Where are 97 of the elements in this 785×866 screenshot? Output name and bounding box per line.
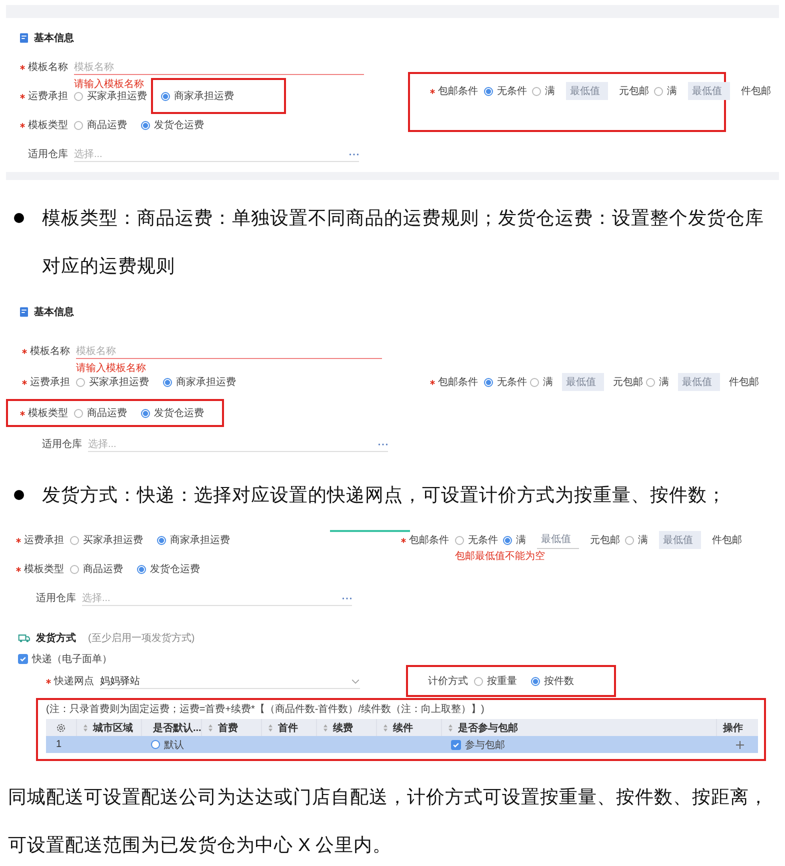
- input-field[interactable]: 最低值: [566, 82, 608, 100]
- sort-icon[interactable]: [268, 724, 273, 732]
- paragraph: 同城配送可设置配送公司为达达或门店自配送，计价方式可设置按重量、按件数、按距离，可设置配送范围为已发货仓为中心 X 公里内。: [8, 785, 769, 857]
- section-title: 基本信息: [34, 306, 74, 319]
- input-field[interactable]: 最低值: [562, 373, 604, 391]
- unit-label: 件包邮: [729, 376, 759, 389]
- field-label: 包邮条件: [409, 534, 449, 547]
- input-field[interactable]: 模板名称: [76, 344, 382, 359]
- radio-option[interactable]: 满: [654, 84, 677, 98]
- field-label: 计价方式: [428, 674, 468, 688]
- input-field[interactable]: 最低值: [678, 373, 720, 391]
- column-label: 是否参与包邮: [458, 722, 518, 734]
- radio-option[interactable]: 无条件: [484, 84, 527, 98]
- column-label: 续费: [333, 722, 353, 734]
- field-label: 包邮条件: [438, 84, 478, 98]
- radio-option[interactable]: 无条件: [484, 375, 527, 389]
- radio-option[interactable]: 买家承担运费: [76, 375, 149, 389]
- add-icon[interactable]: [736, 740, 744, 748]
- radio-option[interactable]: 满: [503, 533, 526, 547]
- column-label: 首费: [218, 722, 238, 734]
- bullet-icon: [14, 490, 24, 500]
- bullet-text: 模板类型：商品运费：单独设置不同商品的运费规则；发货仓运费：设置整个发货仓库对应的运费规则: [42, 206, 765, 278]
- radio-option[interactable]: 发货仓运费: [141, 406, 204, 420]
- field-label: 包邮条件: [438, 376, 478, 389]
- radio-option[interactable]: 按件数: [531, 674, 574, 688]
- field-label: 适用仓库: [28, 148, 68, 161]
- radio-option[interactable]: 按重量: [474, 674, 517, 688]
- sort-icon[interactable]: [323, 724, 328, 732]
- bullet-text: 发货方式：快递：选择对应设置的快递网点，可设置计价方式为按重量、按件数；: [42, 483, 726, 507]
- radio-option[interactable]: 发货仓运费: [141, 118, 204, 132]
- field-label: 模板类型: [24, 562, 64, 576]
- unit-label: 元包邮: [613, 376, 643, 389]
- sort-icon[interactable]: [383, 724, 388, 732]
- sort-icon[interactable]: [83, 724, 88, 732]
- radio-option[interactable]: 商家承担运费: [163, 375, 236, 389]
- ellipsis-icon[interactable]: [342, 596, 352, 600]
- column-label: 续件: [393, 722, 413, 734]
- check-icon: [452, 740, 460, 748]
- radio-option[interactable]: 买家承担运费: [74, 89, 147, 103]
- radio-option[interactable]: 满: [532, 84, 555, 98]
- radio-option[interactable]: 买家承担运费: [70, 533, 143, 547]
- input-field[interactable]: 最低值: [537, 531, 579, 549]
- field-label: 模板类型: [28, 118, 68, 132]
- section-note: (至少启用一项发货方式): [88, 632, 195, 645]
- unit-label: 件包邮: [741, 84, 771, 98]
- form-icon: [20, 33, 28, 43]
- radio-option[interactable]: 商品运费: [70, 562, 123, 576]
- radio-option[interactable]: 发货仓运费: [137, 562, 200, 576]
- radio-option[interactable]: 商家承担运费: [151, 78, 286, 114]
- formula-note: (注：只录首费则为固定运费；运费=首费+续费*【（商品件数-首件数）/续件数（注：向上取整）】): [46, 702, 486, 716]
- settings-icon[interactable]: [56, 722, 66, 732]
- radio-option[interactable]: 满: [646, 375, 669, 389]
- radio-option[interactable]: 商品运费: [74, 118, 127, 132]
- table-row[interactable]: 1 默认 参与包邮: [46, 736, 758, 753]
- field-label: 运费承担: [28, 90, 68, 103]
- column-label: 城市区域: [93, 721, 133, 734]
- checkbox-option[interactable]: 参与包邮: [451, 738, 505, 752]
- checkbox-option[interactable]: 快递（电子面单）: [18, 652, 112, 666]
- row-number: 1: [56, 739, 62, 750]
- sort-icon[interactable]: [448, 724, 453, 732]
- error-message: 请输入模板名称: [76, 362, 147, 375]
- ellipsis-icon[interactable]: [349, 152, 359, 156]
- column-label: 操作: [723, 722, 743, 734]
- section-title: 基本信息: [34, 32, 74, 45]
- field-label: 运费承担: [30, 376, 70, 389]
- bullet-icon: [14, 213, 24, 223]
- column-label: 是否默认...: [153, 722, 202, 734]
- sort-icon[interactable]: [208, 724, 213, 732]
- section-title: 发货方式: [36, 631, 76, 645]
- field-label: 适用仓库: [42, 438, 82, 451]
- radio-option[interactable]: 商家承担运费: [157, 533, 230, 547]
- radio-option[interactable]: 无条件: [455, 533, 498, 547]
- radio-option[interactable]: 默认: [151, 738, 184, 752]
- input-field[interactable]: 最低值: [659, 531, 701, 549]
- truck-icon: [18, 634, 30, 642]
- field-label: 运费承担: [24, 534, 64, 547]
- chevron-down-icon: [351, 678, 360, 684]
- radio-option[interactable]: 商品运费: [74, 406, 127, 420]
- field-label: 适用仓库: [36, 592, 76, 605]
- unit-label: 元包邮: [590, 534, 620, 547]
- input-field[interactable]: 最低值: [688, 82, 730, 100]
- field-label: 快递网点: [54, 674, 94, 688]
- field-label: 模板名称: [30, 344, 70, 358]
- field-label: 模板类型: [28, 406, 68, 420]
- unit-label: 元包邮: [619, 84, 649, 98]
- error-message: 请输入模板名称: [74, 78, 145, 90]
- radio-option[interactable]: 满: [625, 533, 648, 547]
- form-icon: [20, 307, 28, 317]
- ellipsis-icon[interactable]: [378, 442, 388, 446]
- unit-label: 件包邮: [712, 534, 742, 547]
- column-label: 首件: [278, 722, 298, 734]
- input-field[interactable]: 模板名称: [74, 60, 364, 75]
- error-message: 包邮最低值不能为空: [455, 550, 546, 563]
- check-icon: [19, 655, 27, 663]
- dropdown-field[interactable]: 妈妈驿站: [100, 674, 360, 689]
- radio-option[interactable]: 满: [530, 375, 553, 389]
- field-label: 模板名称: [28, 60, 68, 74]
